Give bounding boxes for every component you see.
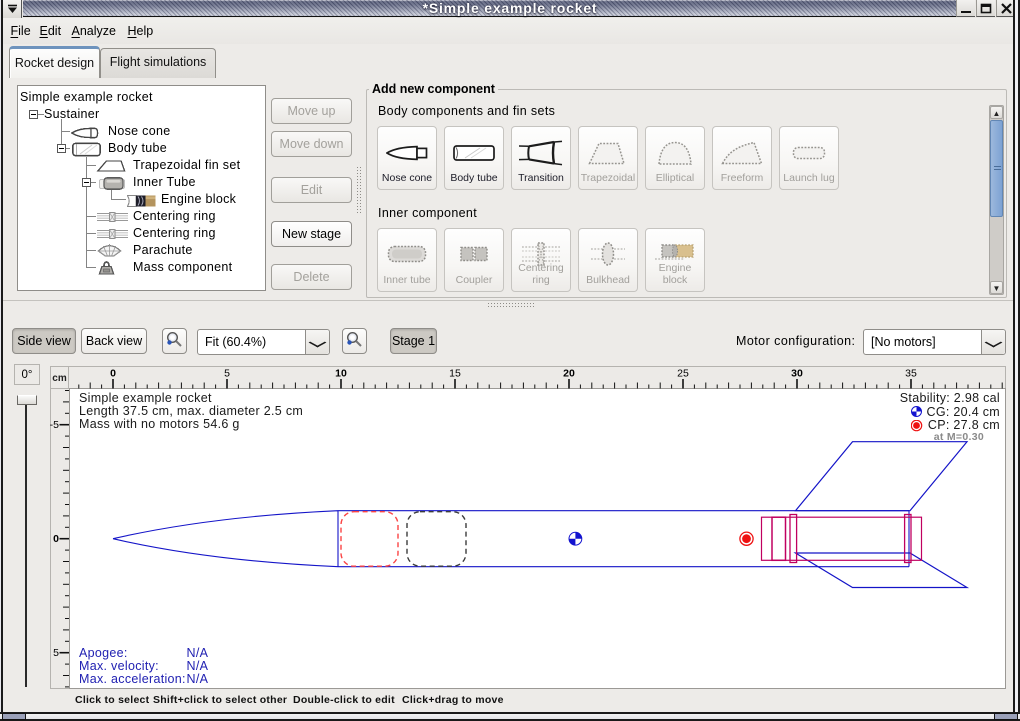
svg-text:25: 25 xyxy=(677,368,689,380)
svg-text:15: 15 xyxy=(449,368,461,380)
svg-text:5: 5 xyxy=(224,368,230,380)
svg-text:-5: -5 xyxy=(50,419,59,431)
svg-text:0: 0 xyxy=(53,533,59,545)
svg-text:20: 20 xyxy=(563,368,575,380)
svg-text:5: 5 xyxy=(53,647,59,659)
svg-text:30: 30 xyxy=(791,368,803,380)
svg-text:10: 10 xyxy=(335,368,347,380)
svg-text:35: 35 xyxy=(905,368,917,380)
svg-text:0: 0 xyxy=(110,368,116,380)
